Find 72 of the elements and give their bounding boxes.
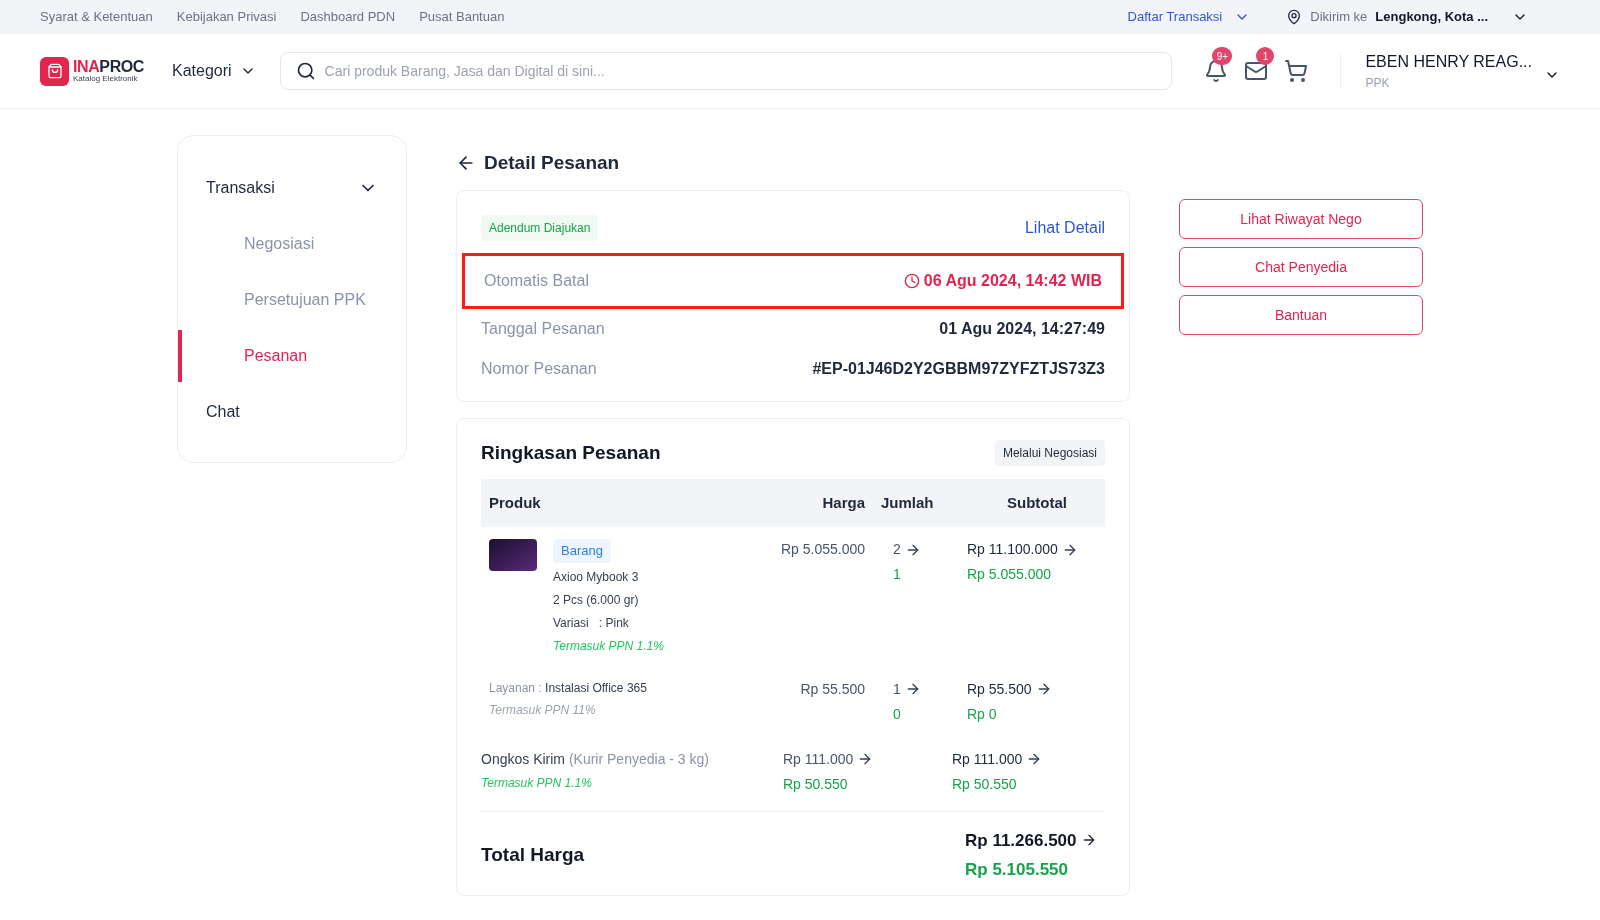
info-value: 01 Agu 2024, 14:27:49 [939,318,1105,339]
laptop-photo-placeholder [489,539,537,571]
detail-link[interactable]: Lihat Detail [1024,215,1105,240]
column-header: Produk [489,492,542,513]
item-subtotal-old: Rp 11.100.000 [967,540,1058,559]
column-header: Subtotal [1006,492,1068,513]
info-label: Tanggal Pesanan [481,318,605,339]
shipping-price-old: Rp 111.000 [783,749,854,769]
search-field[interactable]: Cari produk Barang, Jasa dan Digital di sini... [279,52,1173,90]
sidebar-subitem[interactable]: Pesanan [178,330,406,382]
action-button[interactable]: Bantuan [1179,295,1423,335]
method-badge: Melalui Negosiasi [994,439,1105,466]
sidebar-subitem[interactable]: Persetujuan PPK [178,274,406,326]
bell-icon[interactable] [1204,59,1229,83]
ship-to-value: Lengkong, Kota ... [1375,8,1488,27]
item-subtotal-old: Rp 55.500 [967,679,1032,699]
product-name: Axioo Mybook 3 [553,568,640,586]
shipping-label: Ongkos Kirim (Kurir Penyedia - 3 kg) [481,749,710,769]
action-button[interactable]: Chat Penyedia [1179,247,1423,287]
item-price: Rp 55.500 [799,679,865,699]
mail-icon[interactable] [1244,59,1269,83]
shipping-subtotal-old: Rp 111.000 [952,749,1023,769]
user-name[interactable]: EBEN HENRY REAG... [1365,50,1532,74]
summary-title: Ringkasan Pesanan [481,440,661,465]
shipping-price-new: Rp 50.550 [783,774,849,794]
service-name: Layanan : Instalasi Office 365 [489,679,648,697]
notification-count: 9+ [1212,47,1233,65]
tax-note: Termasuk PPN 11% [489,701,597,719]
shipping-subtotal-new: Rp 50.550 [952,774,1018,794]
item-quantity-old: 2 [893,540,901,559]
top-link[interactable]: Syarat & Ketentuan [40,7,153,27]
ship-to-label: Dikirim ke [1310,8,1368,27]
sidebar-item[interactable]: Transaksi [178,160,406,216]
tax-note: Termasuk PPN 1.1% [553,637,664,655]
message-count: 1 [1256,47,1275,65]
info-label: Nomor Pesanan [481,358,597,379]
user-role: PPK [1365,75,1391,92]
action-button[interactable]: Lihat Riwayat Nego [1179,199,1423,239]
item-quantity-new: 0 [893,704,902,724]
clock-icon [903,272,920,289]
type-badge: Barang [553,539,611,563]
product-quantity: 2 Pcs (6.000 gr) [553,591,640,609]
info-label: Otomatis Batal [484,270,589,291]
category-menu[interactable]: Kategori [172,59,256,83]
top-link[interactable]: Pusat Bantuan [419,7,505,27]
sidebar-item[interactable]: Chat [178,384,406,440]
product-variation: Variasi : Pink [553,614,630,632]
column-header: Harga [821,492,865,513]
cart-icon[interactable] [1284,59,1309,83]
sidebar-subitem[interactable]: Negosiasi [178,218,406,270]
item-subtotal-new: Rp 5.055.000 [967,565,1053,584]
total-old: Rp 11.266.500 [965,829,1077,852]
column-header: Jumlah [881,492,935,513]
transactions-menu[interactable]: Daftar Transaksi [1127,7,1251,27]
logo-wordmark: INAPROC [73,59,144,75]
total-new: Rp 5.105.550 [965,859,1069,881]
total-label: Total Harga [481,842,585,867]
top-link[interactable]: Kebijakan Privasi [176,7,277,27]
page-title: Detail Pesanan [484,151,620,175]
tax-note: Termasuk PPN 1.1% [481,774,593,792]
logo-subtitle: Katalog Elektronik [73,75,139,83]
bag-logo-icon [40,56,69,86]
info-value: 06 Agu 2024, 14:42 WIB [923,270,1102,291]
item-subtotal-new: Rp 0 [967,704,998,724]
info-value: #EP-01J46D2Y2GBBM97ZYFZTJS73Z3 [812,358,1105,379]
location-pin-icon [1286,9,1303,25]
item-quantity-old: 1 [893,679,901,699]
item-quantity-new: 1 [893,565,902,584]
top-link[interactable]: Dashboard PDN [300,7,396,27]
item-price: Rp 5.055.000 [779,540,865,559]
search-icon [295,61,316,81]
status-badge: Adendum Diajukan [481,214,599,241]
